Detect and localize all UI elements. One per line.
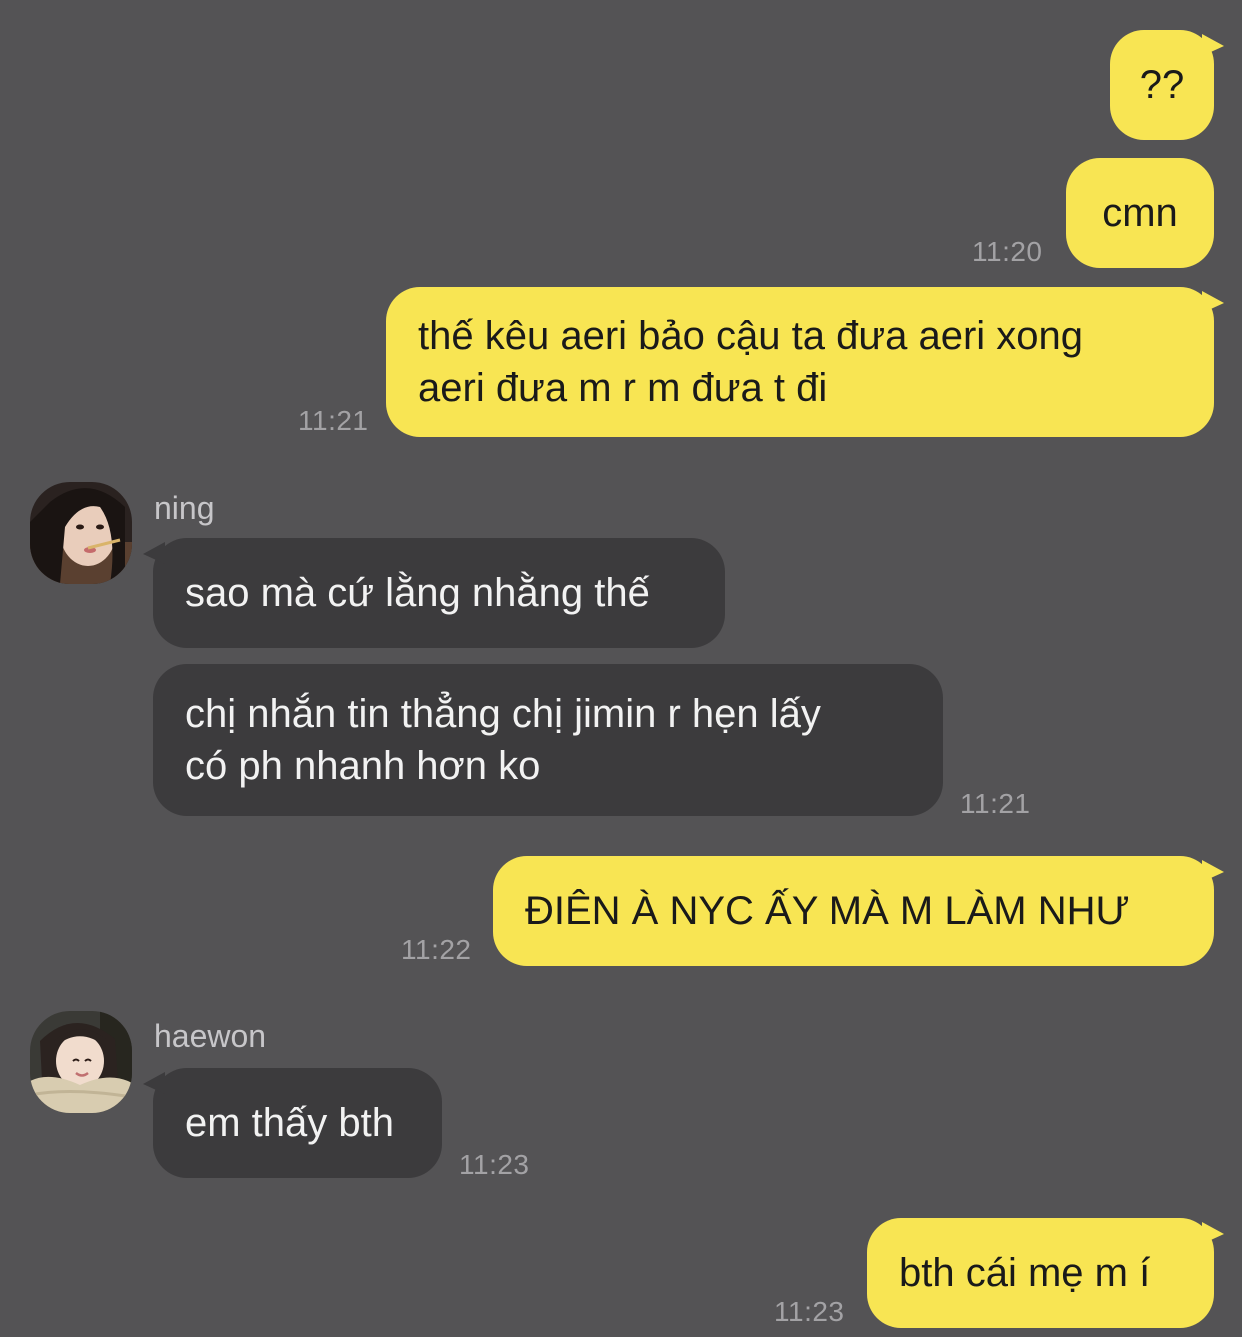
message-text: chị nhắn tin thẳng chị jimin r hẹn lấy c… — [185, 692, 821, 788]
outgoing-message-bubble[interactable]: ?? — [1110, 30, 1214, 140]
message-text: ?? — [1139, 63, 1185, 107]
message-timestamp: 11:22 — [401, 934, 472, 965]
profile-photo-haewon-icon[interactable] — [30, 1011, 132, 1113]
sender-name: haewon — [154, 1018, 267, 1054]
message-text: em thấy bth — [185, 1101, 395, 1145]
bubble-tail — [1202, 1222, 1224, 1244]
message-timestamp: 11:20 — [972, 236, 1043, 267]
incoming-message-bubble[interactable]: em thấy bth — [153, 1068, 442, 1178]
outgoing-message-bubble[interactable]: cmn — [1066, 158, 1214, 268]
message-timestamp: 11:23 — [459, 1149, 530, 1180]
incoming-message-bubble[interactable]: chị nhắn tin thẳng chị jimin r hẹn lấy c… — [153, 664, 943, 816]
message-timestamp: 11:21 — [960, 788, 1031, 819]
bubble-tail — [1202, 860, 1224, 882]
profile-photo-ning-icon[interactable] — [30, 482, 132, 584]
incoming-message-bubble[interactable]: sao mà cứ lằng nhằng thế — [153, 538, 725, 648]
bubble-tail — [143, 1072, 165, 1094]
message-text: cmn — [1102, 191, 1178, 235]
outgoing-message-bubble[interactable]: thế kêu aeri bảo cậu ta đưa aeri xong ae… — [386, 287, 1214, 437]
message-text: bth cái mẹ m í — [899, 1251, 1151, 1295]
outgoing-message-bubble[interactable]: ĐIÊN À NYC ẤY MÀ M LÀM NHƯ — [493, 856, 1214, 966]
bubble-tail — [1202, 34, 1224, 56]
message-text: thế kêu aeri bảo cậu ta đưa aeri xong ae… — [418, 314, 1083, 410]
sender-name: ning — [154, 490, 215, 526]
message-timestamp: 11:23 — [774, 1296, 845, 1327]
bubble-tail — [143, 542, 165, 564]
bubble-tail — [1202, 291, 1224, 313]
message-text: ĐIÊN À NYC ẤY MÀ M LÀM NHƯ — [525, 889, 1130, 933]
message-text: sao mà cứ lằng nhằng thế — [185, 571, 650, 615]
message-timestamp: 11:21 — [298, 405, 369, 436]
outgoing-message-bubble[interactable]: bth cái mẹ m í — [867, 1218, 1214, 1328]
